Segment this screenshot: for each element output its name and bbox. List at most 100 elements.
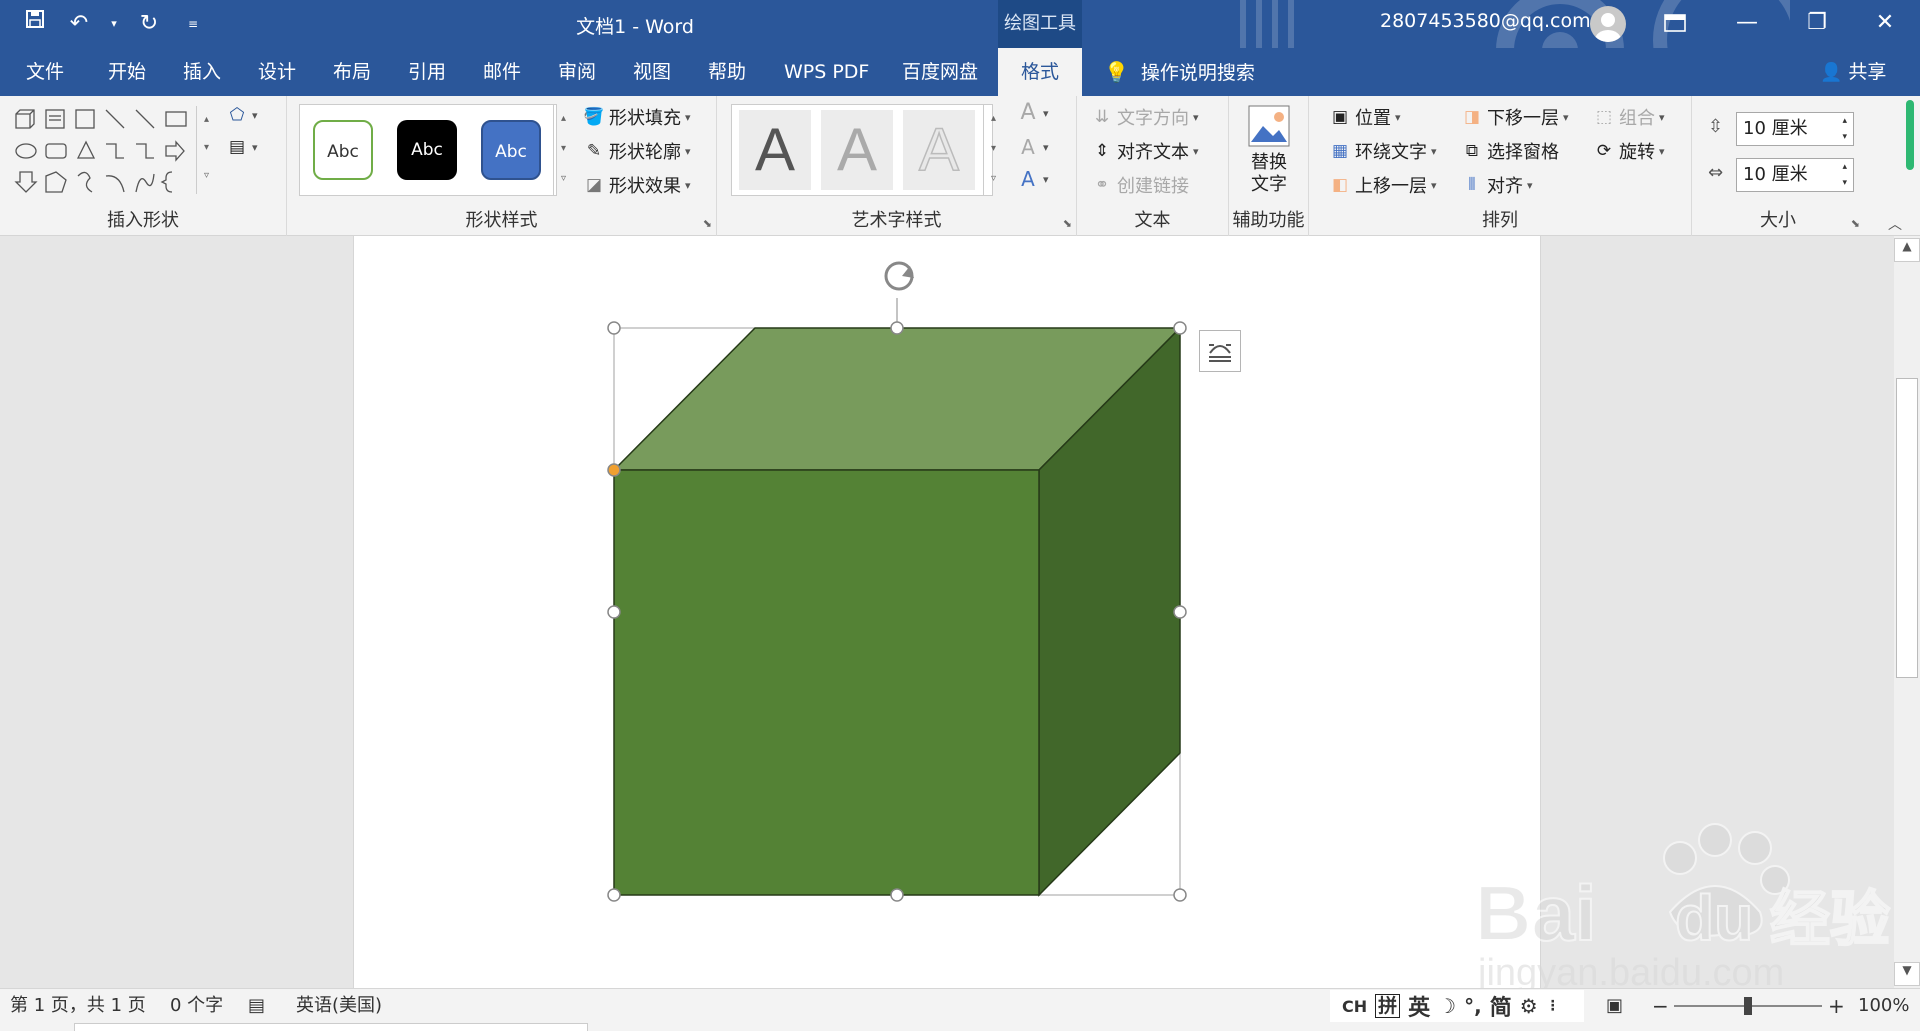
alt-text-button[interactable]: 替换 文字 xyxy=(1229,104,1309,196)
shape-styles-launcher-icon[interactable]: ⬊ xyxy=(703,217,712,230)
tab-references[interactable]: 引用 xyxy=(408,48,446,96)
collapse-ribbon-icon[interactable]: ︿ xyxy=(1888,214,1902,234)
ime-english-label[interactable]: 英 xyxy=(1408,990,1430,1022)
cube-shape[interactable] xyxy=(354,236,1542,988)
scroll-thumb[interactable] xyxy=(1896,378,1918,678)
tab-review[interactable]: 审阅 xyxy=(558,48,596,96)
zoom-out-icon[interactable]: − xyxy=(1652,989,1669,1023)
size-launcher-icon[interactable]: ⬊ xyxy=(1851,217,1860,230)
shape-style-gallery-scroll[interactable]: ▴ ▾ ▿ xyxy=(553,104,573,196)
alt-text-icon xyxy=(1248,105,1290,147)
tab-mailings[interactable]: 邮件 xyxy=(483,48,521,96)
tab-design[interactable]: 设计 xyxy=(258,48,296,96)
shape-styles-label: 形状样式 xyxy=(465,210,538,231)
ribbon-display-options-icon[interactable] xyxy=(1640,0,1710,48)
wordart-style-gray[interactable]: A xyxy=(821,110,893,190)
ime-settings-icon[interactable]: ⚙ xyxy=(1520,994,1538,1018)
shapes-gallery-scroll[interactable]: ▴ ▾ ▿ xyxy=(196,106,216,194)
text-effects-dropdown-icon: ▾ xyxy=(1043,172,1049,186)
selection-pane-button[interactable]: ⧉ 选择窗格 xyxy=(1461,138,1559,164)
text-direction-button[interactable]: ⇊ 文字方向 ▾ xyxy=(1091,104,1199,130)
wrap-text-button[interactable]: ▦ 环绕文字 ▾ xyxy=(1329,138,1437,164)
tab-help[interactable]: 帮助 xyxy=(708,48,746,96)
text-direction-icon: ⇊ xyxy=(1094,107,1110,127)
wordart-launcher-icon[interactable]: ⬊ xyxy=(1063,217,1072,230)
tab-format[interactable]: 格式 xyxy=(998,48,1082,96)
avatar[interactable] xyxy=(1590,6,1626,42)
tab-view[interactable]: 视图 xyxy=(633,48,671,96)
tab-insert[interactable]: 插入 xyxy=(183,48,221,96)
minimize-icon[interactable]: — xyxy=(1712,0,1782,48)
shape-style-outline-green[interactable]: Abc xyxy=(313,120,373,180)
paint-bucket-icon: 🪣 xyxy=(583,107,605,127)
wordart-gallery-scroll[interactable]: ▴ ▾ ▿ xyxy=(983,104,1003,196)
wrap-text-icon: ▦ xyxy=(1331,141,1349,161)
align-button[interactable]: ⫴ 对齐 ▾ xyxy=(1461,172,1532,198)
create-link-button[interactable]: ⚭ 创建链接 xyxy=(1091,172,1189,198)
user-account-email[interactable]: 2807453580@qq.com xyxy=(1380,10,1591,32)
zoom-slider[interactable] xyxy=(1674,997,1822,1015)
proofing-icon[interactable]: ▤ xyxy=(248,989,265,1023)
restore-icon[interactable]: ❐ xyxy=(1782,0,1852,48)
close-icon[interactable]: ✕ xyxy=(1850,0,1920,48)
shape-effects-button[interactable]: ◪ 形状效果 ▾ xyxy=(583,172,691,198)
shape-style-blue-fill[interactable]: Abc xyxy=(481,120,541,180)
accessibility-label: 辅助功能 xyxy=(1232,210,1305,231)
tab-file[interactable]: 文件 xyxy=(26,48,64,96)
page-count[interactable]: 第 1 页，共 1 页 xyxy=(10,989,146,1023)
shape-styles-group: Abc Abc Abc ▴ ▾ ▿ 🪣 形状填充 ▾ ✎ 形状轮廓 ▾ ◪ 形状效果 ▾ 形状样… xyxy=(287,96,717,236)
language-indicator[interactable]: 英语(美国) xyxy=(296,989,382,1023)
shape-outline-button[interactable]: ✎ 形状轮廓 ▾ xyxy=(583,138,691,164)
size-label: 大小 xyxy=(1760,210,1796,231)
resize-handle-right xyxy=(1173,605,1187,619)
text-outline-button[interactable]: A ▾ xyxy=(1017,136,1048,158)
text-fill-button[interactable]: A ▾ xyxy=(1017,100,1048,125)
wordart-styles-label: 艺术字样式 xyxy=(851,210,942,231)
bring-forward-button[interactable]: ◧ 上移一层 ▾ xyxy=(1329,172,1437,198)
draw-textbox-button[interactable]: ▤ ▾ xyxy=(226,136,258,158)
shape-style-black-fill[interactable]: Abc xyxy=(397,120,457,180)
ime-pinyin-label[interactable]: 拼 xyxy=(1375,994,1401,1018)
height-spinner-icon[interactable]: ▴ ▾ xyxy=(1842,113,1847,145)
rotation-handle-icon[interactable] xyxy=(884,261,914,291)
focus-mode-icon[interactable]: ▣ xyxy=(1606,989,1623,1023)
tell-me-search[interactable]: 💡 操作说明搜索 xyxy=(1104,48,1255,96)
resize-handle-left xyxy=(607,605,621,619)
align-icon: ⫴ xyxy=(1468,175,1476,195)
ime-moon-icon[interactable]: ☽ xyxy=(1438,994,1456,1018)
position-button[interactable]: ▣ 位置 ▾ xyxy=(1329,104,1401,130)
edit-shape-button[interactable]: ⬠ ▾ xyxy=(226,104,258,126)
width-spinner-icon[interactable]: ▴ ▾ xyxy=(1842,159,1847,191)
document-page[interactable] xyxy=(353,236,1541,988)
share-button[interactable]: 👤 共享 xyxy=(1820,48,1886,96)
shapes-gallery[interactable] xyxy=(12,106,212,196)
scroll-down-icon[interactable]: ▼ xyxy=(1894,962,1920,986)
layout-options-button[interactable] xyxy=(1199,330,1241,372)
text-effects-button[interactable]: A ▾ xyxy=(1017,168,1049,190)
shape-fill-button[interactable]: 🪣 形状填充 ▾ xyxy=(583,104,690,130)
shape-width-input[interactable]: 10 厘米 ▴ ▾ xyxy=(1736,158,1854,192)
zoom-in-icon[interactable]: + xyxy=(1828,989,1845,1023)
ime-ch-label[interactable]: CH xyxy=(1342,997,1367,1016)
text-fill-icon: A xyxy=(1020,100,1036,125)
word-count[interactable]: 0 个字 xyxy=(170,989,223,1023)
tab-layout[interactable]: 布局 xyxy=(333,48,371,96)
wordart-style-dark[interactable]: A xyxy=(739,110,811,190)
wordart-style-outline[interactable]: A xyxy=(903,110,975,190)
tab-home[interactable]: 开始 xyxy=(108,48,146,96)
align-text-button[interactable]: ⇕ 对齐文本 ▾ xyxy=(1091,138,1199,164)
group-button[interactable]: ⬚ 组合 ▾ xyxy=(1593,104,1665,130)
ribbon-scroll-indicator[interactable] xyxy=(1906,100,1914,170)
tab-baidu-netdisk[interactable]: 百度网盘 xyxy=(902,48,978,96)
vertical-scrollbar[interactable]: ▲ ▼ xyxy=(1894,236,1920,988)
rotate-button[interactable]: ⟳ 旋转 ▾ xyxy=(1593,138,1665,164)
zoom-slider-thumb[interactable] xyxy=(1744,997,1752,1015)
shape-height-input[interactable]: 10 厘米 ▴ ▾ xyxy=(1736,112,1854,146)
zoom-level[interactable]: 100% xyxy=(1858,989,1909,1023)
ime-more-icon[interactable]: ⋮ xyxy=(1546,998,1560,1014)
send-backward-button[interactable]: ◨ 下移一层 ▾ xyxy=(1461,104,1569,130)
ime-simplified-label[interactable]: 简 xyxy=(1490,990,1512,1022)
scroll-up-icon[interactable]: ▲ xyxy=(1894,238,1920,262)
ime-punctuation-icon[interactable]: °, xyxy=(1464,994,1482,1018)
tab-wps-pdf[interactable]: WPS PDF xyxy=(784,48,869,96)
